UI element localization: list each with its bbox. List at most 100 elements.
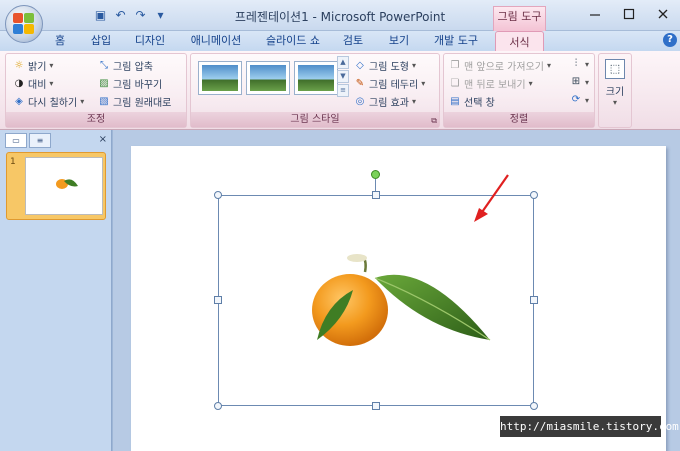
slides-tab-icon[interactable]: ▭ bbox=[5, 133, 27, 148]
tab-animations[interactable]: 애니메이션 bbox=[187, 32, 245, 48]
reset-picture-icon: ▧ bbox=[99, 95, 109, 107]
recolor-icon: ◈ bbox=[15, 95, 23, 107]
group-picture-styles-label: 그림 스타일 bbox=[191, 112, 439, 127]
tab-format[interactable]: 서식 bbox=[495, 31, 544, 51]
tab-view[interactable]: 보기 bbox=[386, 32, 412, 48]
contrast-button[interactable]: ◑ 대비 ▾ bbox=[13, 76, 54, 92]
send-back-icon: ❏ bbox=[450, 77, 460, 89]
gallery-more-icon[interactable]: ≡ bbox=[337, 84, 349, 97]
rotate-button[interactable]: ⟳ ▾ bbox=[570, 94, 589, 106]
dropdown-arrow-icon: ▾ bbox=[49, 61, 54, 70]
annotation-arrow-icon bbox=[474, 174, 509, 222]
tangerine-thumb-icon bbox=[56, 179, 78, 189]
compress-icon: ⤡ bbox=[100, 59, 108, 71]
contrast-label: 대비 bbox=[28, 80, 47, 91]
bring-front-label: 맨 앞으로 가져오기 bbox=[464, 62, 544, 73]
ribbon: ☼ 밝기 ▾ ◑ 대비 ▾ ◈ 다시 칠하기 ▾ ⤡ 그림 압축 ▨ 그림 바꾸… bbox=[0, 51, 680, 130]
picture-effects-label: 그림 효과 bbox=[369, 98, 409, 109]
dropdown-arrow-icon: ▾ bbox=[612, 98, 617, 107]
gallery-down-icon[interactable]: ▼ bbox=[337, 70, 349, 83]
gallery-up-icon[interactable]: ▲ bbox=[337, 56, 349, 69]
picture-style-thumb-3[interactable] bbox=[294, 61, 338, 95]
tab-review[interactable]: 검토 bbox=[340, 32, 366, 48]
group-adjust: ☼ 밝기 ▾ ◑ 대비 ▾ ◈ 다시 칠하기 ▾ ⤡ 그림 압축 ▨ 그림 바꾸… bbox=[5, 53, 187, 128]
recolor-label: 다시 칠하기 bbox=[28, 98, 78, 109]
tab-slideshow[interactable]: 슬라이드 쇼 bbox=[264, 32, 322, 48]
rotate-icon: ⟳ bbox=[571, 94, 581, 105]
picture-border-label: 그림 테두리 bbox=[369, 80, 419, 91]
send-back-label: 맨 뒤로 보내기 bbox=[464, 80, 526, 91]
compress-pictures-button[interactable]: ⤡ 그림 압축 bbox=[98, 58, 153, 74]
office-logo-icon bbox=[13, 13, 35, 35]
selection-pane-label: 선택 창 bbox=[464, 98, 495, 109]
group-picture-styles: ▲ ▼ ≡ ◇ 그림 도형 ▾ ✎ 그림 테두리 ▾ ◎ 그림 효과 ▾ 그림 … bbox=[190, 53, 440, 128]
slide-thumbnail-preview bbox=[25, 157, 103, 215]
resize-handle-bottom-right[interactable] bbox=[530, 402, 538, 410]
pane-tabs: ▭ ≡ × bbox=[3, 133, 109, 149]
maximize-icon bbox=[623, 8, 635, 20]
group-objects-icon: ⊞ bbox=[571, 76, 581, 87]
group-arrange: ❐ 맨 앞으로 가져오기 ▾ ❏ 맨 뒤로 보내기 ▾ ▤ 선택 창 ⫶ ▾ ⊞ ▾… bbox=[443, 53, 595, 128]
brightness-button[interactable]: ☼ 밝기 ▾ bbox=[13, 58, 54, 74]
size-icon: ⬚ bbox=[605, 59, 625, 79]
align-icon: ⫶ bbox=[574, 58, 578, 69]
resize-handle-top-left[interactable] bbox=[214, 191, 222, 199]
dialog-launcher-icon[interactable]: ⧉ bbox=[431, 116, 437, 126]
dropdown-arrow-icon: ▾ bbox=[80, 97, 85, 106]
slides-pane: ▭ ≡ × 1 bbox=[0, 130, 112, 451]
bring-to-front-button[interactable]: ❐ 맨 앞으로 가져오기 ▾ bbox=[449, 58, 551, 74]
selection-pane-icon: ▤ bbox=[450, 95, 460, 107]
align-button[interactable]: ⫶ ▾ bbox=[570, 58, 589, 70]
group-arrange-label: 정렬 bbox=[444, 112, 594, 127]
picture-effects-button[interactable]: ◎ 그림 효과 ▾ bbox=[354, 94, 416, 110]
reset-picture-label: 그림 원래대로 bbox=[113, 98, 172, 109]
watermark: http://miasmile.tistory.com bbox=[500, 416, 679, 437]
picture-style-thumb-1[interactable] bbox=[198, 61, 242, 95]
resize-handle-left[interactable] bbox=[214, 296, 222, 304]
resize-handle-right[interactable] bbox=[530, 296, 538, 304]
picture-tools-context-header: 그림 도구 bbox=[493, 6, 546, 31]
rotation-handle[interactable] bbox=[371, 170, 380, 179]
dropdown-arrow-icon: ▾ bbox=[411, 97, 416, 106]
minimize-button[interactable] bbox=[578, 0, 612, 28]
size-button[interactable]: ⬚ 크기 ▾ bbox=[598, 53, 632, 128]
window-controls bbox=[578, 0, 680, 28]
resize-handle-bottom-left[interactable] bbox=[214, 402, 222, 410]
group-adjust-label: 조정 bbox=[6, 112, 186, 127]
slide-thumbnail-1[interactable]: 1 bbox=[6, 152, 106, 220]
resize-handle-bottom[interactable] bbox=[372, 402, 380, 410]
picture-border-button[interactable]: ✎ 그림 테두리 ▾ bbox=[354, 76, 426, 92]
picture-shape-label: 그림 도형 bbox=[369, 62, 409, 73]
resize-handle-top[interactable] bbox=[372, 191, 380, 199]
picture-style-thumb-2[interactable] bbox=[246, 61, 290, 95]
minimize-icon bbox=[590, 14, 600, 16]
recolor-button[interactable]: ◈ 다시 칠하기 ▾ bbox=[13, 94, 85, 110]
reset-picture-button[interactable]: ▧ 그림 원래대로 bbox=[98, 94, 172, 110]
office-button[interactable] bbox=[5, 5, 43, 43]
group-objects-button[interactable]: ⊞ ▾ bbox=[570, 76, 589, 88]
shape-icon: ◇ bbox=[356, 59, 364, 71]
pen-icon: ✎ bbox=[355, 77, 365, 89]
bring-front-icon: ❐ bbox=[450, 59, 460, 71]
tab-developer[interactable]: 개발 도구 bbox=[432, 32, 480, 48]
change-picture-icon: ▨ bbox=[99, 77, 109, 89]
picture-shape-button[interactable]: ◇ 그림 도형 ▾ bbox=[354, 58, 416, 74]
title-bar: ▣ ↶ ↷ ▾ 프레젠테이션1 - Microsoft PowerPoint 그… bbox=[0, 0, 680, 31]
change-picture-button[interactable]: ▨ 그림 바꾸기 bbox=[98, 76, 162, 92]
tab-insert[interactable]: 삽입 bbox=[88, 32, 114, 48]
close-icon bbox=[658, 9, 668, 19]
outline-tab-icon[interactable]: ≡ bbox=[29, 133, 51, 148]
resize-handle-top-right[interactable] bbox=[530, 191, 538, 199]
pane-close-icon[interactable]: × bbox=[99, 134, 107, 145]
tab-home[interactable]: 홈 bbox=[52, 32, 68, 48]
sun-icon: ☼ bbox=[14, 59, 24, 71]
maximize-button[interactable] bbox=[612, 0, 646, 28]
close-button[interactable] bbox=[646, 0, 680, 28]
gallery-scroll: ▲ ▼ ≡ bbox=[337, 56, 349, 98]
tab-design[interactable]: 디자인 bbox=[133, 32, 167, 48]
help-icon[interactable]: ? bbox=[663, 33, 677, 47]
send-to-back-button[interactable]: ❏ 맨 뒤로 보내기 ▾ bbox=[449, 76, 533, 92]
size-label: 크기 bbox=[605, 87, 625, 98]
dropdown-arrow-icon: ▾ bbox=[421, 79, 426, 88]
selection-pane-button[interactable]: ▤ 선택 창 bbox=[449, 94, 495, 110]
